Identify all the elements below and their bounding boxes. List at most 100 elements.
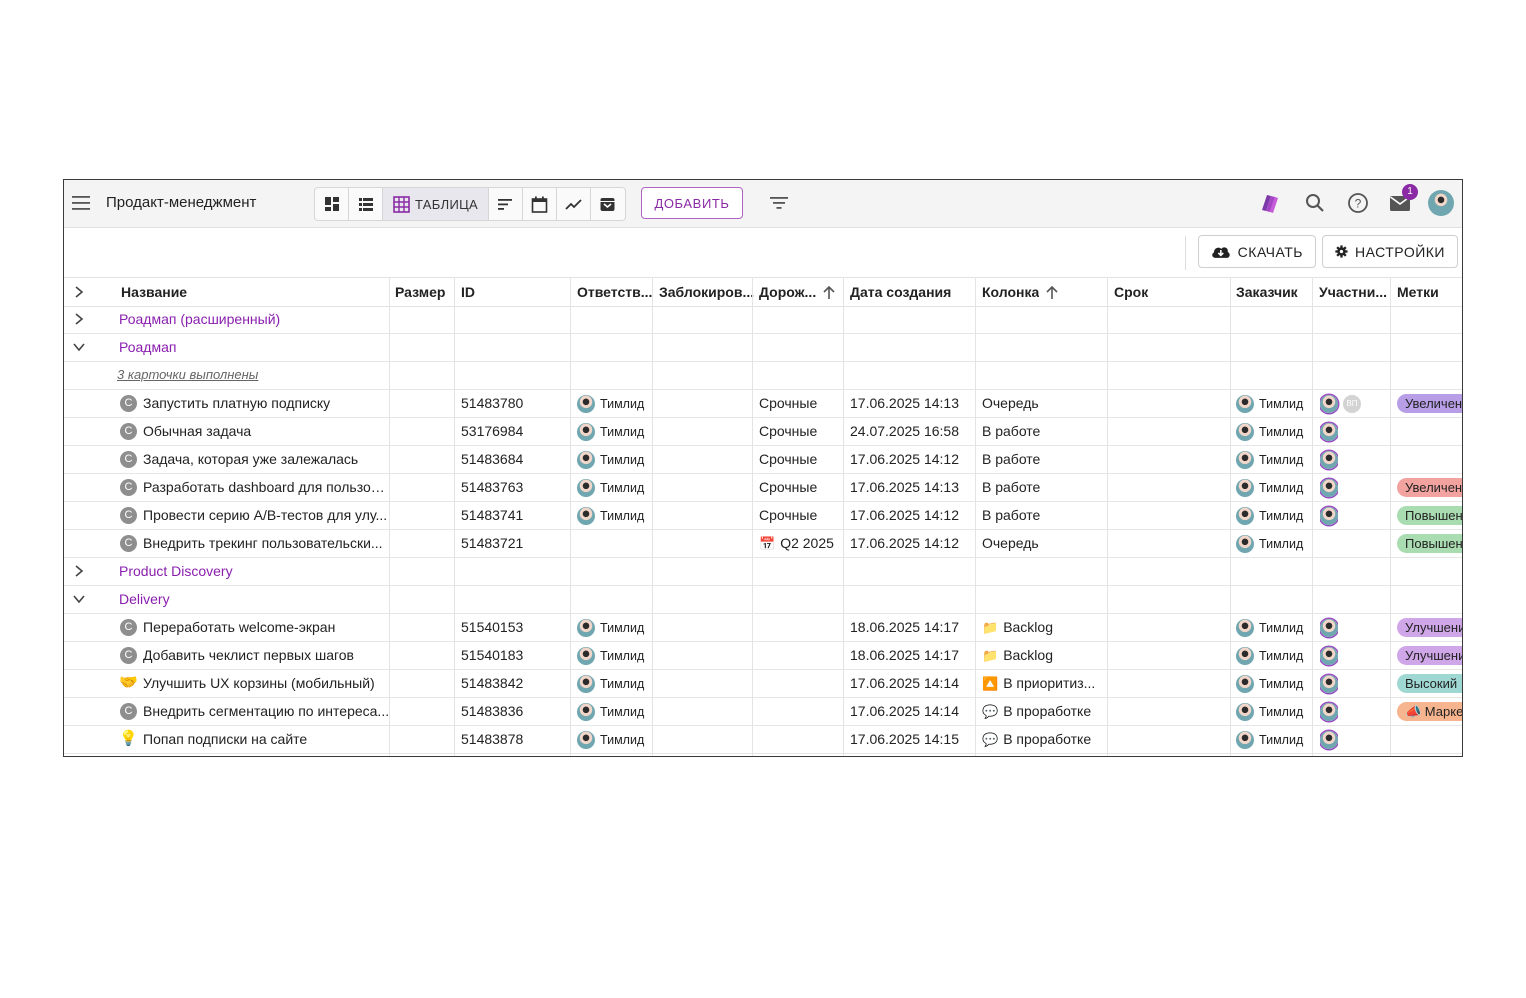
card-title[interactable]: Обычная задача: [143, 417, 391, 445]
column-divider[interactable]: [843, 277, 844, 756]
participants-cell[interactable]: [1320, 473, 1338, 501]
tag-chip[interactable]: Улучшени: [1397, 618, 1462, 637]
column-divider[interactable]: [1390, 277, 1391, 756]
column-divider[interactable]: [975, 277, 976, 756]
column-divider[interactable]: [1230, 277, 1231, 756]
sort-arrow-up-icon[interactable]: [1045, 284, 1059, 300]
customer-cell[interactable]: Тимлид: [1236, 417, 1303, 446]
customer-cell[interactable]: Тимлид: [1236, 669, 1303, 698]
customer-cell[interactable]: Тимлид: [1236, 613, 1303, 642]
tag-chip[interactable]: Повышени: [1397, 534, 1462, 553]
participants-cell[interactable]: [1320, 613, 1338, 641]
table-row[interactable]: C Провести серию A/B-тестов для улу... 514…: [64, 501, 1462, 530]
view-table-button[interactable]: ТАБЛИЦА: [383, 188, 489, 220]
column-cell[interactable]: 💬 В проработке: [982, 697, 1091, 725]
column-cell[interactable]: 🔼 В приоритиз...: [982, 669, 1095, 697]
table-row[interactable]: 🤝 Улучшить UX корзины (мобильный) 51483842…: [64, 669, 1462, 698]
participants-cell[interactable]: [1320, 501, 1338, 529]
expand-all-chevron-icon[interactable]: [72, 285, 86, 299]
col-header-created[interactable]: Дата создания: [850, 278, 951, 306]
chevron-right-icon[interactable]: [72, 312, 86, 326]
responsible-cell[interactable]: Тимлид: [577, 641, 644, 670]
col-header-responsible[interactable]: Ответств...: [577, 278, 652, 306]
participants-cell[interactable]: [1320, 669, 1338, 697]
customer-cell[interactable]: Тимлид: [1236, 473, 1303, 502]
col-header-column[interactable]: Колонка: [982, 278, 1039, 306]
view-chart-button[interactable]: [557, 188, 591, 220]
completed-cards-link[interactable]: 3 карточки выполнены: [117, 361, 258, 389]
column-cell[interactable]: 📁 Backlog: [982, 641, 1053, 669]
view-board-button[interactable]: [315, 188, 349, 220]
column-divider[interactable]: [570, 277, 571, 756]
chevron-down-icon[interactable]: [72, 592, 86, 606]
column-cell[interactable]: 📁 Backlog: [982, 613, 1053, 641]
col-header-blocked[interactable]: Заблокиров...: [659, 278, 754, 306]
column-divider[interactable]: [652, 277, 653, 756]
table-row[interactable]: C Задача, которая уже залежалась 51483684 Т…: [64, 445, 1462, 474]
table-row[interactable]: C Запустить платную подписку 51483780 Тимли…: [64, 389, 1462, 418]
menu-icon[interactable]: [72, 194, 92, 212]
card-title[interactable]: Задача, которая уже залежалась: [143, 445, 391, 473]
group-row-delivery[interactable]: Delivery: [64, 585, 1462, 614]
column-cell[interactable]: В работе: [982, 445, 1040, 473]
customer-cell[interactable]: Тимлид: [1236, 697, 1303, 726]
tag-chip[interactable]: Увеличени: [1397, 394, 1462, 413]
column-divider[interactable]: [454, 277, 455, 756]
column-divider[interactable]: [1312, 277, 1313, 756]
view-archive-button[interactable]: [591, 188, 625, 220]
app-logo-icon[interactable]: [1258, 192, 1280, 214]
card-title[interactable]: Провести серию A/B-тестов для улу...: [143, 501, 391, 529]
table-row[interactable]: 💡 Попап подписки на сайте 51483878 Тимлид 17…: [64, 725, 1462, 754]
column-cell[interactable]: В работе: [982, 501, 1040, 529]
tag-chip[interactable]: Улучшени: [1397, 646, 1462, 665]
col-header-tags[interactable]: Метки: [1397, 278, 1439, 306]
table-row[interactable]: C Добавить чеклист первых шагов 51540183 Ти…: [64, 641, 1462, 670]
participants-cell[interactable]: [1320, 445, 1338, 473]
card-title[interactable]: Внедрить сегментацию по интереса...: [143, 697, 391, 725]
view-timeline-button[interactable]: [489, 188, 523, 220]
column-divider[interactable]: [1107, 277, 1108, 756]
tag-chip[interactable]: Повышени: [1397, 506, 1462, 525]
customer-cell[interactable]: Тимлид: [1236, 725, 1303, 754]
responsible-cell[interactable]: Тимлид: [577, 725, 644, 754]
customer-cell[interactable]: Тимлид: [1236, 389, 1303, 418]
table-row[interactable]: C Разработать dashboard для пользова... 51…: [64, 473, 1462, 502]
help-icon[interactable]: ?: [1347, 192, 1369, 214]
table-row[interactable]: C Внедрить сегментацию по интереса... 5148…: [64, 697, 1462, 726]
column-divider[interactable]: [389, 277, 390, 756]
col-header-deadline[interactable]: Срок: [1114, 278, 1148, 306]
responsible-cell[interactable]: Тимлид: [577, 501, 644, 530]
settings-button[interactable]: НАСТРОЙКИ: [1322, 235, 1458, 268]
filter-icon[interactable]: [769, 194, 789, 212]
col-header-size[interactable]: Размер: [395, 278, 445, 306]
participants-cell[interactable]: [1320, 641, 1338, 669]
col-header-customer[interactable]: Заказчик: [1236, 278, 1298, 306]
responsible-cell[interactable]: Тимлид: [577, 417, 644, 446]
tag-chip[interactable]: Увеличени: [1397, 478, 1462, 497]
group-title[interactable]: Product Discovery: [119, 557, 233, 585]
responsible-cell[interactable]: Тимлид: [577, 445, 644, 474]
tag-chip[interactable]: 📣 Марке: [1397, 702, 1462, 721]
search-icon[interactable]: [1305, 192, 1325, 214]
download-button[interactable]: СКАЧАТЬ: [1198, 235, 1316, 268]
card-title[interactable]: Запустить платную подписку: [143, 389, 391, 417]
table-row[interactable]: C Обычная задача 53176984 Тимлид Срочные 24.0…: [64, 417, 1462, 446]
tag-chip[interactable]: Высокий: [1397, 674, 1462, 693]
participants-cell[interactable]: [1320, 697, 1338, 725]
group-title[interactable]: Delivery: [119, 585, 170, 613]
responsible-cell[interactable]: Тимлид: [577, 697, 644, 726]
column-divider[interactable]: [752, 277, 753, 756]
responsible-cell[interactable]: Тимлид: [577, 669, 644, 698]
group-title[interactable]: Роадмап: [119, 333, 176, 361]
participants-cell[interactable]: [1320, 417, 1338, 445]
chevron-right-icon[interactable]: [72, 564, 86, 578]
customer-cell[interactable]: Тимлид: [1236, 641, 1303, 670]
column-cell[interactable]: 💬 В проработке: [982, 725, 1091, 753]
col-header-roadmap[interactable]: Дорож...: [759, 278, 816, 306]
column-cell[interactable]: Очередь: [982, 389, 1039, 417]
view-calendar-button[interactable]: [523, 188, 557, 220]
column-cell[interactable]: В работе: [982, 473, 1040, 501]
completed-cards-row[interactable]: 3 карточки выполнены: [64, 361, 1462, 390]
add-button[interactable]: ДОБАВИТЬ: [641, 187, 743, 219]
card-title[interactable]: Разработать dashboard для пользова...: [143, 473, 391, 501]
